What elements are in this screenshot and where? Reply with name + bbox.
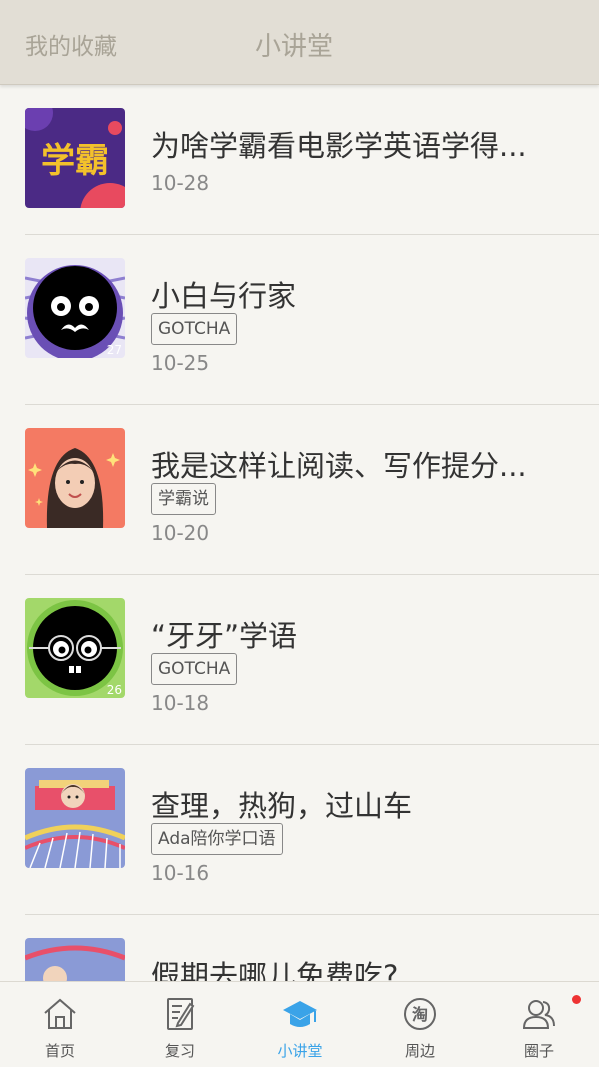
nav-home[interactable]: 首页 <box>0 982 120 1067</box>
list-item[interactable]: 27 小白与行家 GOTCHA 10-25 <box>0 235 599 405</box>
nav-nearby[interactable]: 淘 周边 <box>360 982 480 1067</box>
thumbnail-logo-text: 学霸 <box>41 141 109 181</box>
tab-my-favorites[interactable]: 我的收藏 <box>25 27 117 61</box>
nav-label: 圈子 <box>523 1042 554 1060</box>
list-item[interactable]: 学霸 为啥学霸看电影学英语学得... 10-28 <box>0 85 599 255</box>
item-title: 小白与行家 <box>151 279 297 313</box>
page-title[interactable]: 小讲堂 <box>255 26 333 63</box>
item-tag: 学霸说 <box>151 483 216 515</box>
list-item[interactable]: 查理，热狗，过山车 Ada陪你学口语 10-16 <box>0 745 599 915</box>
thumbnail-gotcha-glasses: 26 <box>25 598 125 698</box>
item-tag: Ada陪你学口语 <box>151 823 283 855</box>
nav-lecture[interactable]: 小讲堂 <box>240 982 360 1067</box>
item-title: 假期去哪儿免费吃? <box>151 959 399 981</box>
thumbnail-girl-photo <box>25 428 125 528</box>
thumbnail-gotcha-mustache: 27 <box>25 258 125 358</box>
list-item[interactable]: 假期去哪儿免费吃? <box>0 915 599 981</box>
list-item[interactable]: 26 “牙牙”学语 GOTCHA 10-18 <box>0 575 599 745</box>
thumbnail-roller-coaster <box>25 768 125 868</box>
lecture-list[interactable]: 学霸 为啥学霸看电影学英语学得... 10-28 27 小白与行家 GOTCHA… <box>0 85 599 981</box>
item-title: 我是这样让阅读、写作提分... <box>151 449 527 483</box>
taobao-icon: 淘 <box>404 998 436 1030</box>
item-date: 10-16 <box>151 861 210 885</box>
item-date: 10-18 <box>151 691 210 715</box>
item-date: 10-28 <box>151 171 210 195</box>
item-tag: GOTCHA <box>151 653 238 685</box>
item-title: “牙牙”学语 <box>151 619 298 653</box>
nav-circle[interactable]: 圈子 <box>479 982 599 1067</box>
item-title: 查理，热狗，过山车 <box>151 789 413 823</box>
nav-label: 首页 <box>44 1042 75 1060</box>
item-date: 10-25 <box>151 351 210 375</box>
people-icon <box>522 1000 555 1029</box>
nav-label: 周边 <box>404 1042 435 1060</box>
nav-review[interactable]: 复习 <box>120 982 240 1067</box>
home-icon <box>44 998 76 1029</box>
top-header: 我的收藏 小讲堂 <box>0 0 599 85</box>
nav-label: 复习 <box>164 1042 195 1060</box>
notepad-edit-icon <box>167 998 195 1030</box>
bottom-navigation: 首页 复习 小讲堂 淘 周边 圈子 <box>0 981 599 1067</box>
thumbnail-badge: 26 <box>106 683 122 697</box>
item-date: 10-20 <box>151 521 210 545</box>
item-tag: GOTCHA <box>151 313 238 345</box>
nav-label: 小讲堂 <box>277 1042 323 1060</box>
notification-dot <box>572 995 581 1004</box>
thumbnail-food-trip <box>25 938 125 981</box>
svg-text:淘: 淘 <box>412 1005 428 1024</box>
thumbnail-xueba: 学霸 <box>25 108 125 208</box>
graduation-cap-icon <box>283 1001 317 1027</box>
thumbnail-badge: 27 <box>106 343 122 357</box>
item-title: 为啥学霸看电影学英语学得... <box>151 129 527 163</box>
list-item[interactable]: 我是这样让阅读、写作提分... 学霸说 10-20 <box>0 405 599 575</box>
